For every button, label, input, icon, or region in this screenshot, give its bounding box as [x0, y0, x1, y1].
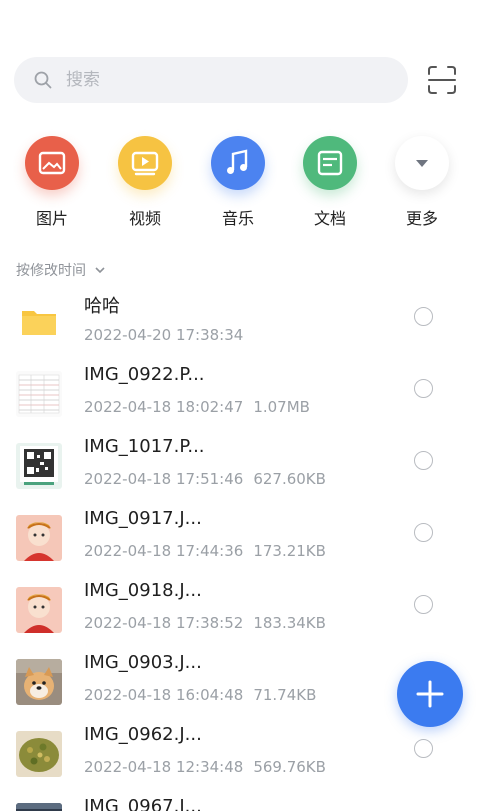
file-name: IMG_0918.J... — [84, 580, 202, 601]
file-size: 627.60KB — [253, 470, 326, 488]
select-radio[interactable] — [414, 523, 433, 542]
file-date: 2022-04-18 17:51:46 — [84, 470, 244, 488]
chevron-down-icon — [95, 267, 105, 274]
select-radio[interactable] — [414, 739, 433, 758]
list-item[interactable]: IMG_1017.P... 2022-04-18 17:51:46 627.60K… — [0, 430, 485, 502]
category-videos-label: 视频 — [128, 209, 161, 228]
file-date: 2022-04-18 16:04:48 — [84, 686, 244, 704]
category-documents[interactable]: 文档 — [290, 136, 370, 231]
list-item[interactable]: IMG_0922.P... 2022-04-18 18:02:47 1.07MB — [0, 358, 485, 430]
search-icon — [34, 71, 52, 89]
scan-icon[interactable] — [427, 65, 457, 95]
select-radio[interactable] — [414, 307, 433, 326]
list-item[interactable]: IMG_0917.J... 2022-04-18 17:44:36 173.21K… — [0, 502, 485, 574]
select-radio[interactable] — [414, 379, 433, 398]
select-radio[interactable] — [414, 595, 433, 614]
category-more-badge — [395, 136, 449, 190]
file-date: 2022-04-18 17:44:36 — [84, 542, 244, 560]
file-meta: 2022-04-20 17:38:34 — [84, 326, 243, 344]
dog-photo-thumbnail — [16, 659, 62, 705]
search-row: 搜索 — [14, 57, 474, 103]
file-meta: 2022-04-18 16:04:48 71.74KB — [84, 686, 316, 704]
video-icon — [131, 151, 159, 176]
category-images[interactable]: 图片 — [12, 136, 92, 231]
sort-label: 按修改时间 — [16, 263, 86, 279]
category-documents-badge — [303, 136, 357, 190]
category-music-label: 音乐 — [221, 209, 254, 228]
category-documents-label: 文档 — [313, 209, 346, 228]
file-meta: 2022-04-18 17:44:36 173.21KB — [84, 542, 326, 560]
image-icon — [38, 151, 66, 175]
food-photo-thumbnail — [16, 731, 62, 777]
photo-thumbnail — [16, 803, 62, 811]
search-placeholder: 搜索 — [66, 70, 100, 90]
add-button[interactable] — [397, 661, 463, 727]
category-images-badge — [25, 136, 79, 190]
plus-icon — [416, 680, 444, 708]
sort-selector[interactable]: 按修改时间 — [16, 260, 106, 280]
file-name: 哈哈 — [84, 296, 120, 317]
folder-icon — [22, 311, 56, 335]
file-meta: 2022-04-18 17:51:46 627.60KB — [84, 470, 326, 488]
category-videos-badge — [118, 136, 172, 190]
file-name: IMG_0962.J... — [84, 724, 202, 745]
category-videos[interactable]: 视频 — [105, 136, 185, 231]
file-size: 71.74KB — [253, 686, 317, 704]
chevron-down-icon — [416, 160, 428, 167]
list-item[interactable]: 哈哈 2022-04-20 17:38:34 — [0, 286, 485, 358]
file-size: 183.34KB — [253, 614, 326, 632]
file-name: IMG_0917.J... — [84, 508, 202, 529]
file-meta: 2022-04-18 18:02:47 1.07MB — [84, 398, 310, 416]
category-bar: 图片 视频 音乐 文档 更多 — [0, 136, 485, 236]
category-more[interactable]: 更多 — [382, 136, 462, 231]
file-date: 2022-04-18 17:38:52 — [84, 614, 244, 632]
music-icon — [227, 149, 248, 174]
category-music-badge — [211, 136, 265, 190]
file-meta: 2022-04-18 12:34:48 569.76KB — [84, 758, 326, 776]
file-name: IMG_1017.P... — [84, 436, 205, 457]
qr-code-thumbnail — [16, 443, 62, 489]
file-name: IMG_0922.P... — [84, 364, 205, 385]
select-radio[interactable] — [414, 451, 433, 470]
file-date: 2022-04-18 12:34:48 — [84, 758, 244, 776]
spreadsheet-thumbnail — [16, 371, 62, 417]
list-item[interactable]: IMG_0962.J... 2022-04-18 12:34:48 569.76K… — [0, 718, 485, 790]
file-date: 2022-04-18 18:02:47 — [84, 398, 244, 416]
file-size: 569.76KB — [253, 758, 326, 776]
file-size: 1.07MB — [253, 398, 310, 416]
file-size: 173.21KB — [253, 542, 326, 560]
document-icon — [317, 150, 343, 176]
category-more-label: 更多 — [405, 209, 438, 228]
file-date: 2022-04-20 17:38:34 — [84, 326, 244, 344]
cartoon-avatar-thumbnail — [16, 515, 62, 561]
list-item[interactable]: IMG_0918.J... 2022-04-18 17:38:52 183.34K… — [0, 574, 485, 646]
file-meta: 2022-04-18 17:38:52 183.34KB — [84, 614, 326, 632]
category-music[interactable]: 音乐 — [198, 136, 278, 231]
list-item[interactable]: IMG_0967.J... — [0, 790, 485, 811]
cartoon-avatar-thumbnail — [16, 587, 62, 633]
file-name: IMG_0967.J... — [84, 796, 202, 811]
search-input[interactable]: 搜索 — [14, 57, 408, 103]
category-images-label: 图片 — [35, 209, 68, 228]
file-name: IMG_0903.J... — [84, 652, 202, 673]
